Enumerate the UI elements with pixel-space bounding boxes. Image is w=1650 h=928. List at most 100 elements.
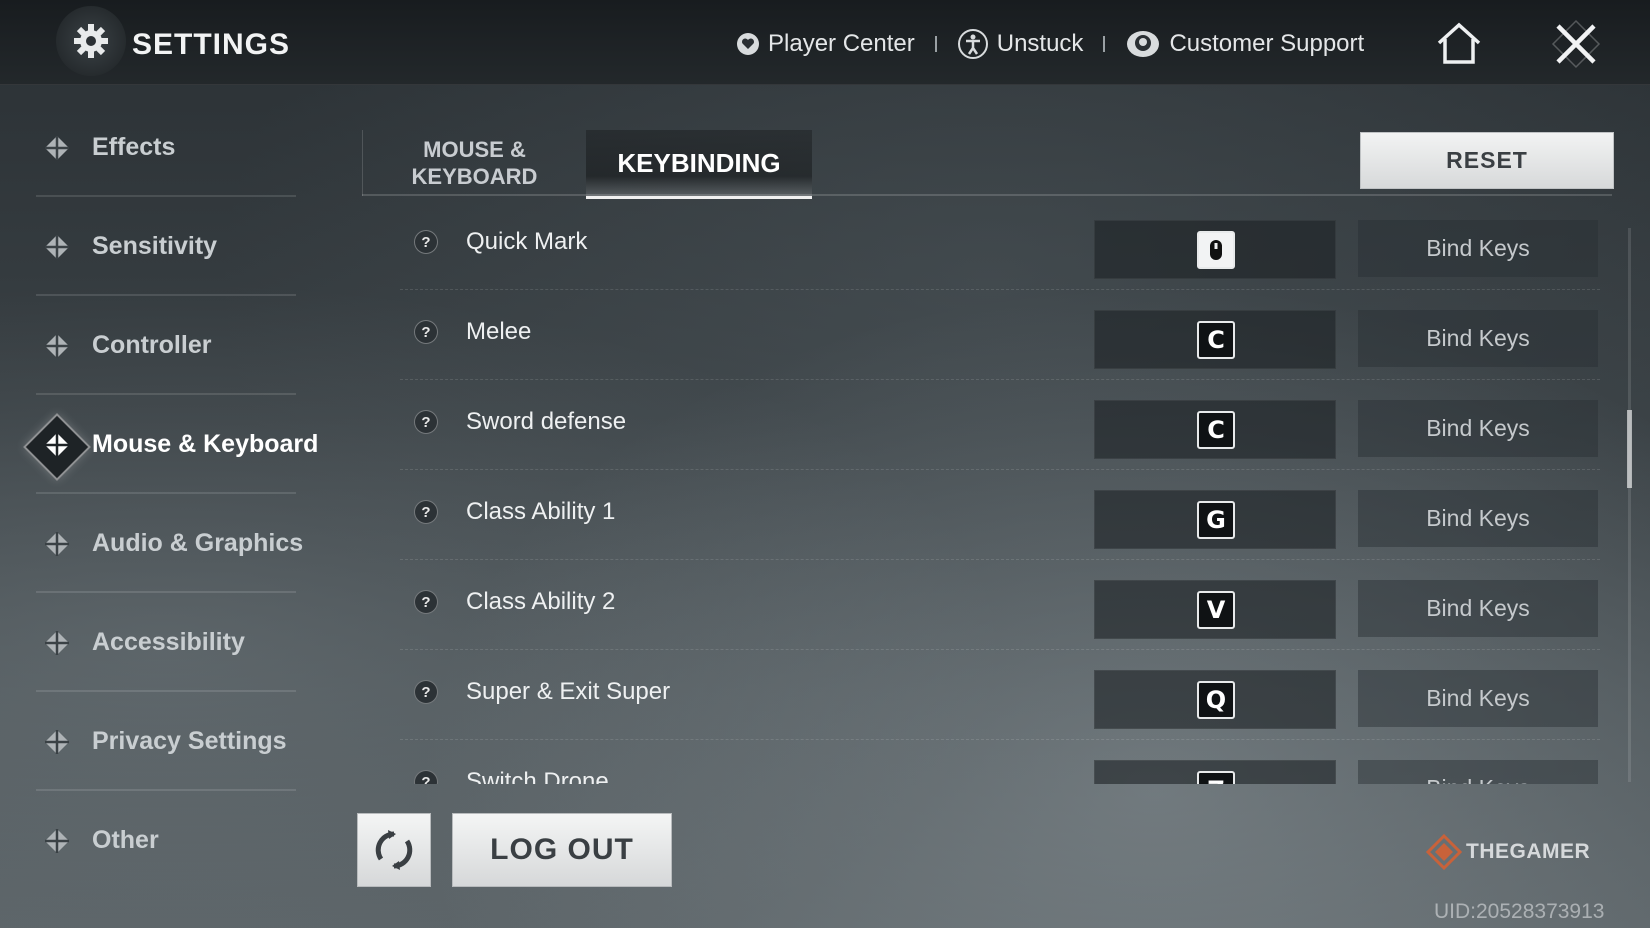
key-cap: V	[1197, 591, 1235, 629]
diamond-icon	[45, 333, 69, 358]
tab-keybinding[interactable]: KEYBINDING	[586, 130, 812, 199]
key-cap: G	[1197, 501, 1235, 539]
gear-icon	[56, 6, 126, 76]
action-label: Switch Drone	[466, 768, 609, 784]
brand-logo: THEGAMER	[1426, 834, 1590, 870]
bind-keys-button[interactable]: Bind Keys	[1358, 760, 1598, 784]
keybinding-row: ? Switch Drone Z Bind Keys	[400, 740, 1600, 784]
user-id: UID:20528373913	[1434, 900, 1605, 923]
key-slot[interactable]: Q	[1094, 670, 1336, 729]
sidebar-item-label: Controller	[92, 331, 212, 359]
key-slot[interactable]	[1094, 220, 1336, 279]
logout-button[interactable]: LOG OUT	[452, 813, 672, 887]
keybinding-row: ? Melee C Bind Keys	[400, 290, 1600, 380]
home-button[interactable]	[1431, 16, 1487, 72]
sidebar-item-label: Privacy Settings	[92, 727, 287, 755]
nav-divider	[1103, 36, 1106, 52]
unstuck-label: Unstuck	[996, 30, 1084, 57]
player-center-label: Player Center	[768, 30, 915, 57]
keybinding-row: ? Class Ability 1 G Bind Keys	[400, 470, 1600, 560]
top-nav: Player Center Unstuck Customer Support	[736, 28, 1364, 60]
top-bar: SETTINGS Player Center Unstuck Customer …	[0, 0, 1650, 85]
key-cap: Z	[1197, 771, 1235, 784]
mouse-middle-icon	[1197, 231, 1235, 269]
help-icon[interactable]: ?	[414, 410, 438, 434]
page-title: SETTINGS	[132, 28, 291, 61]
bind-keys-button[interactable]: Bind Keys	[1358, 310, 1598, 367]
sidebar-item-audio-graphics[interactable]: Audio & Graphics	[0, 494, 330, 593]
bind-keys-button[interactable]: Bind Keys	[1358, 490, 1598, 547]
sidebar-item-accessibility[interactable]: Accessibility	[0, 593, 330, 692]
shield-heart-icon	[737, 33, 759, 55]
bind-keys-button[interactable]: Bind Keys	[1358, 400, 1598, 457]
action-label: Quick Mark	[466, 228, 588, 255]
close-icon	[1551, 19, 1601, 69]
customer-support-label: Customer Support	[1169, 30, 1365, 57]
bind-keys-button[interactable]: Bind Keys	[1358, 580, 1598, 637]
unstuck-link[interactable]: Unstuck	[957, 28, 1084, 60]
nav-divider	[934, 36, 937, 52]
key-slot[interactable]: C	[1094, 400, 1336, 459]
sidebar-item-mouse-keyboard[interactable]: Mouse & Keyboard	[0, 395, 330, 494]
key-cap: Q	[1197, 681, 1235, 719]
sidebar: Effects Sensitivity Controller Mouse & K…	[0, 98, 330, 890]
bind-keys-button[interactable]: Bind Keys	[1358, 670, 1598, 727]
player-center-link[interactable]: Player Center	[736, 30, 915, 58]
diamond-icon	[45, 531, 69, 556]
close-button[interactable]	[1548, 16, 1604, 72]
action-label: Class Ability 2	[466, 588, 616, 615]
refresh-icon	[375, 830, 413, 870]
bind-keys-button[interactable]: Bind Keys	[1358, 220, 1598, 277]
sidebar-item-label: Audio & Graphics	[92, 529, 304, 557]
scrollbar-thumb[interactable]	[1627, 410, 1632, 488]
home-icon	[1437, 22, 1481, 64]
sidebar-item-label: Accessibility	[92, 628, 245, 656]
diamond-icon	[45, 828, 69, 853]
keybinding-row: ? Quick Mark Bind Keys	[400, 200, 1600, 290]
action-label: Super & Exit Super	[466, 678, 671, 705]
tab-bar: MOUSE & KEYBOARD KEYBINDING	[362, 130, 812, 199]
sidebar-item-effects[interactable]: Effects	[0, 98, 330, 197]
diamond-icon	[45, 135, 69, 160]
diamond-icon	[45, 432, 69, 457]
keybinding-row: ? Sword defense C Bind Keys	[400, 380, 1600, 470]
help-icon[interactable]: ?	[414, 320, 438, 344]
key-cap: C	[1197, 321, 1235, 359]
action-label: Melee	[466, 318, 532, 345]
scrollbar-track[interactable]	[1628, 228, 1631, 782]
help-icon[interactable]: ?	[414, 590, 438, 614]
diamond-icon	[45, 234, 69, 259]
tab-divider	[362, 194, 1612, 196]
key-slot[interactable]: G	[1094, 490, 1336, 549]
sidebar-item-label: Other	[92, 826, 159, 854]
key-slot[interactable]: Z	[1094, 760, 1336, 784]
diamond-icon	[45, 729, 69, 754]
key-slot[interactable]: V	[1094, 580, 1336, 639]
sidebar-item-controller[interactable]: Controller	[0, 296, 330, 395]
keybinding-row: ? Class Ability 2 V Bind Keys	[400, 560, 1600, 650]
keybinding-list: ? Quick Mark Bind Keys ? Melee C Bind Ke…	[400, 200, 1600, 784]
key-slot[interactable]: C	[1094, 310, 1336, 369]
help-icon[interactable]: ?	[414, 500, 438, 524]
keybinding-row: ? Super & Exit Super Q Bind Keys	[400, 650, 1600, 740]
sidebar-item-sensitivity[interactable]: Sensitivity	[0, 197, 330, 296]
brand-text: THEGAMER	[1466, 840, 1591, 863]
sidebar-item-privacy-settings[interactable]: Privacy Settings	[0, 692, 330, 791]
settings-title-wrap: SETTINGS	[56, 6, 291, 76]
sidebar-item-label: Mouse & Keyboard	[92, 430, 319, 458]
diamond-icon	[45, 630, 69, 655]
sidebar-item-label: Sensitivity	[92, 232, 218, 260]
headset-icon	[1127, 31, 1160, 57]
sidebar-item-label: Effects	[92, 133, 176, 161]
action-label: Sword defense	[466, 408, 627, 435]
help-icon[interactable]: ?	[414, 680, 438, 704]
help-icon[interactable]: ?	[414, 230, 438, 254]
help-icon[interactable]: ?	[414, 770, 438, 784]
person-icon	[957, 29, 988, 59]
refresh-button[interactable]	[357, 813, 431, 887]
sidebar-item-other[interactable]: Other	[0, 791, 330, 890]
reset-button[interactable]: RESET	[1360, 132, 1614, 189]
thegamer-logo-icon	[1426, 834, 1462, 870]
customer-support-link[interactable]: Customer Support	[1125, 29, 1364, 59]
tab-mouse-keyboard[interactable]: MOUSE & KEYBOARD	[362, 130, 586, 196]
